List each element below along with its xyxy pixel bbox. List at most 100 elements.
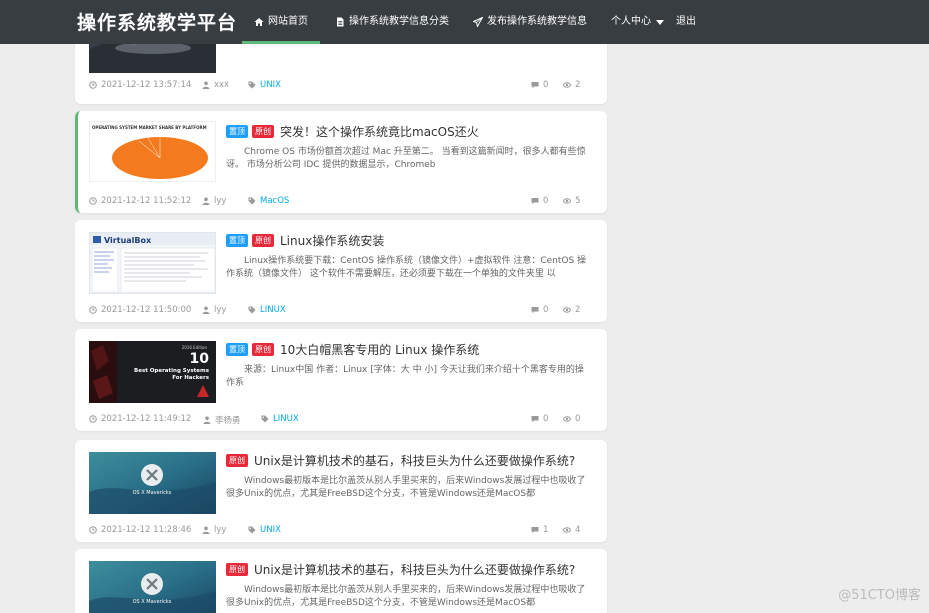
meta-comments: 0: [531, 414, 548, 424]
tag-icon: [248, 306, 256, 314]
badge-original: 原创: [226, 563, 248, 576]
article-thumbnail[interactable]: VirtualBox: [89, 232, 216, 294]
user-icon: [202, 526, 210, 534]
nav-category[interactable]: 操作系统教学信息分类: [335, 0, 449, 44]
article-meta: 2021-12-12 11:28:46 lyy UNIX 1 4: [89, 525, 593, 537]
user-icon: [202, 306, 210, 314]
badge-original: 原创: [252, 125, 274, 138]
article-title-row: 置顶 原创 突发！这个操作系统竟比macOS还火: [226, 123, 479, 140]
comment-icon: [531, 82, 539, 89]
badge-top: 置顶: [226, 125, 248, 138]
thumb-title: OPERATING SYSTEM MARKET SHARE BY PLATFOR…: [92, 125, 207, 130]
meta-date: 2021-12-12 11:50:00: [89, 305, 191, 315]
article-thumbnail[interactable]: OPERATING SYSTEM MARKET SHARE BY PLATFOR…: [89, 121, 216, 182]
nav-publish[interactable]: 发布操作系统教学信息: [473, 0, 587, 44]
caret-down-icon: [656, 19, 664, 25]
article-thumbnail[interactable]: OS X Mavericks: [89, 452, 216, 514]
meta-views: 2: [563, 80, 580, 90]
user-icon: [203, 416, 211, 424]
article-title[interactable]: Unix是计算机技术的基石，科技巨头为什么还要做操作系统?: [254, 452, 575, 469]
thumb-title: VirtualBox: [104, 236, 152, 245]
badge-original: 原创: [252, 343, 274, 356]
article-thumbnail[interactable]: 2016 Edition 10 Best Operating Systems F…: [89, 341, 216, 403]
article-title[interactable]: Unix是计算机技术的基石，科技巨头为什么还要做操作系统?: [254, 561, 575, 578]
article-title-row: 置顶 原创 10大白帽黑客专用的 Linux 操作系统: [226, 341, 479, 358]
eye-icon: [563, 416, 571, 422]
tag-icon: [261, 415, 269, 423]
article-excerpt: Windows最初版本是比尔盖茨从别人手里买来的，后来Windows发展过程中也…: [226, 476, 586, 499]
paper-plane-icon: [473, 17, 483, 27]
meta-author: lyy: [202, 196, 226, 206]
article-meta: 2021-12-12 11:50:00 lyy LINUX 0 2: [89, 305, 593, 317]
meta-date: 2021-12-12 13:57:14: [89, 80, 191, 90]
meta-author: xxx: [202, 80, 229, 90]
article-meta: 2021-12-12 11:49:12 李杨勇 LINUX 0 0: [89, 414, 593, 426]
article-title-row: 置顶 原创 Linux操作系统安装: [226, 232, 384, 249]
clock-icon: [89, 81, 97, 89]
thumb-number: 10: [190, 351, 210, 367]
eye-icon: [563, 527, 571, 533]
meta-tag[interactable]: MacOS: [248, 196, 289, 206]
nav-category-label: 操作系统教学信息分类: [349, 16, 449, 27]
article-title[interactable]: 10大白帽黑客专用的 Linux 操作系统: [280, 341, 479, 358]
watermark: @51CTO博客: [838, 588, 921, 603]
meta-author: lyy: [202, 525, 226, 535]
nav-user-label: 个人中心: [611, 16, 651, 27]
article-excerpt: Linux操作系统要下载：CentOS 操作系统（镜像文件）+虚拟软件 注意：C…: [226, 256, 587, 279]
meta-views: 2: [563, 305, 580, 315]
site-brand[interactable]: 操作系统教学平台: [77, 8, 237, 35]
meta-tag[interactable]: UNIX: [248, 525, 281, 535]
article-thumbnail[interactable]: OS X Mavericks: [89, 561, 216, 613]
eye-icon: [563, 82, 571, 88]
article-excerpt: 来源：Linux中国 作者：Linux [字体：大 中 小] 今天让我们来介绍十…: [226, 365, 584, 388]
meta-tag[interactable]: LINUX: [261, 414, 299, 424]
article-card[interactable]: 2016 Edition 10 Best Operating Systems F…: [75, 329, 607, 431]
clock-icon: [89, 526, 97, 534]
eye-icon: [563, 198, 571, 204]
nav-logout[interactable]: 退出: [676, 0, 696, 44]
comment-icon: [531, 307, 539, 314]
user-icon: [202, 81, 210, 89]
comment-icon: [531, 198, 539, 205]
nav-logout-label: 退出: [676, 16, 696, 27]
nav-home[interactable]: 网站首页: [242, 0, 320, 44]
home-icon: [254, 18, 264, 26]
article-title[interactable]: 突发！这个操作系统竟比macOS还火: [280, 123, 479, 140]
comment-icon: [531, 527, 539, 534]
top-navbar: 操作系统教学平台 网站首页 操作系统教学信息分类 发布操作系统教学信息 个人中心…: [0, 0, 929, 44]
comment-icon: [531, 416, 539, 423]
article-card[interactable]: OPERATING SYSTEM MARKET SHARE BY PLATFOR…: [75, 111, 607, 213]
meta-tag[interactable]: LINUX: [248, 305, 286, 315]
eye-icon: [563, 307, 571, 313]
article-excerpt: Chrome OS 市场份额首次超过 Mac 升至第二。 当看到这篇新闻时，很多…: [226, 147, 586, 170]
user-icon: [202, 197, 210, 205]
article-card[interactable]: OS X Mavericks 原创 Unix是计算机技术的基石，科技巨头为什么还…: [75, 549, 607, 613]
meta-tag[interactable]: UNIX: [248, 80, 281, 90]
meta-comments: 0: [531, 80, 548, 90]
thumb-text: OS X Mavericks: [133, 490, 172, 496]
article-title-row: 原创 Unix是计算机技术的基石，科技巨头为什么还要做操作系统?: [226, 452, 575, 469]
article-card[interactable]: VirtualBox 置顶 原创 Linux操作系统安装 Linux操作系统要下…: [75, 220, 607, 322]
article-card[interactable]: OS X Mavericks 原创 Unix是计算机技术的基石，科技巨头为什么还…: [75, 440, 607, 542]
article-meta: 2021-12-12 13:57:14 xxx UNIX 0 2: [89, 80, 593, 92]
article-title[interactable]: Linux操作系统安装: [280, 232, 384, 249]
meta-author: lyy: [202, 305, 226, 315]
clock-icon: [89, 415, 97, 423]
tag-icon: [248, 526, 256, 534]
nav-user-center[interactable]: 个人中心: [611, 0, 664, 44]
meta-views: 0: [563, 414, 580, 424]
meta-date: 2021-12-12 11:52:12: [89, 196, 191, 206]
clock-icon: [89, 306, 97, 314]
thumb-line2: For Hackers: [172, 375, 209, 381]
meta-comments: 0: [531, 196, 548, 206]
article-title-row: 原创 Unix是计算机技术的基石，科技巨头为什么还要做操作系统?: [226, 561, 575, 578]
nav-home-label: 网站首页: [268, 16, 308, 27]
badge-original: 原创: [252, 234, 274, 247]
pie-chart-image: OPERATING SYSTEM MARKET SHARE BY PLATFOR…: [92, 125, 208, 179]
hacker-os-image: 2016 Edition 10 Best Operating Systems F…: [89, 341, 216, 403]
badge-top: 置顶: [226, 343, 248, 356]
meta-comments: 1: [531, 525, 548, 535]
document-icon: [337, 17, 344, 27]
thumb-edition: 2016 Edition: [182, 345, 208, 350]
article-meta: 2021-12-12 11:52:12 lyy MacOS 0 5: [89, 196, 593, 208]
